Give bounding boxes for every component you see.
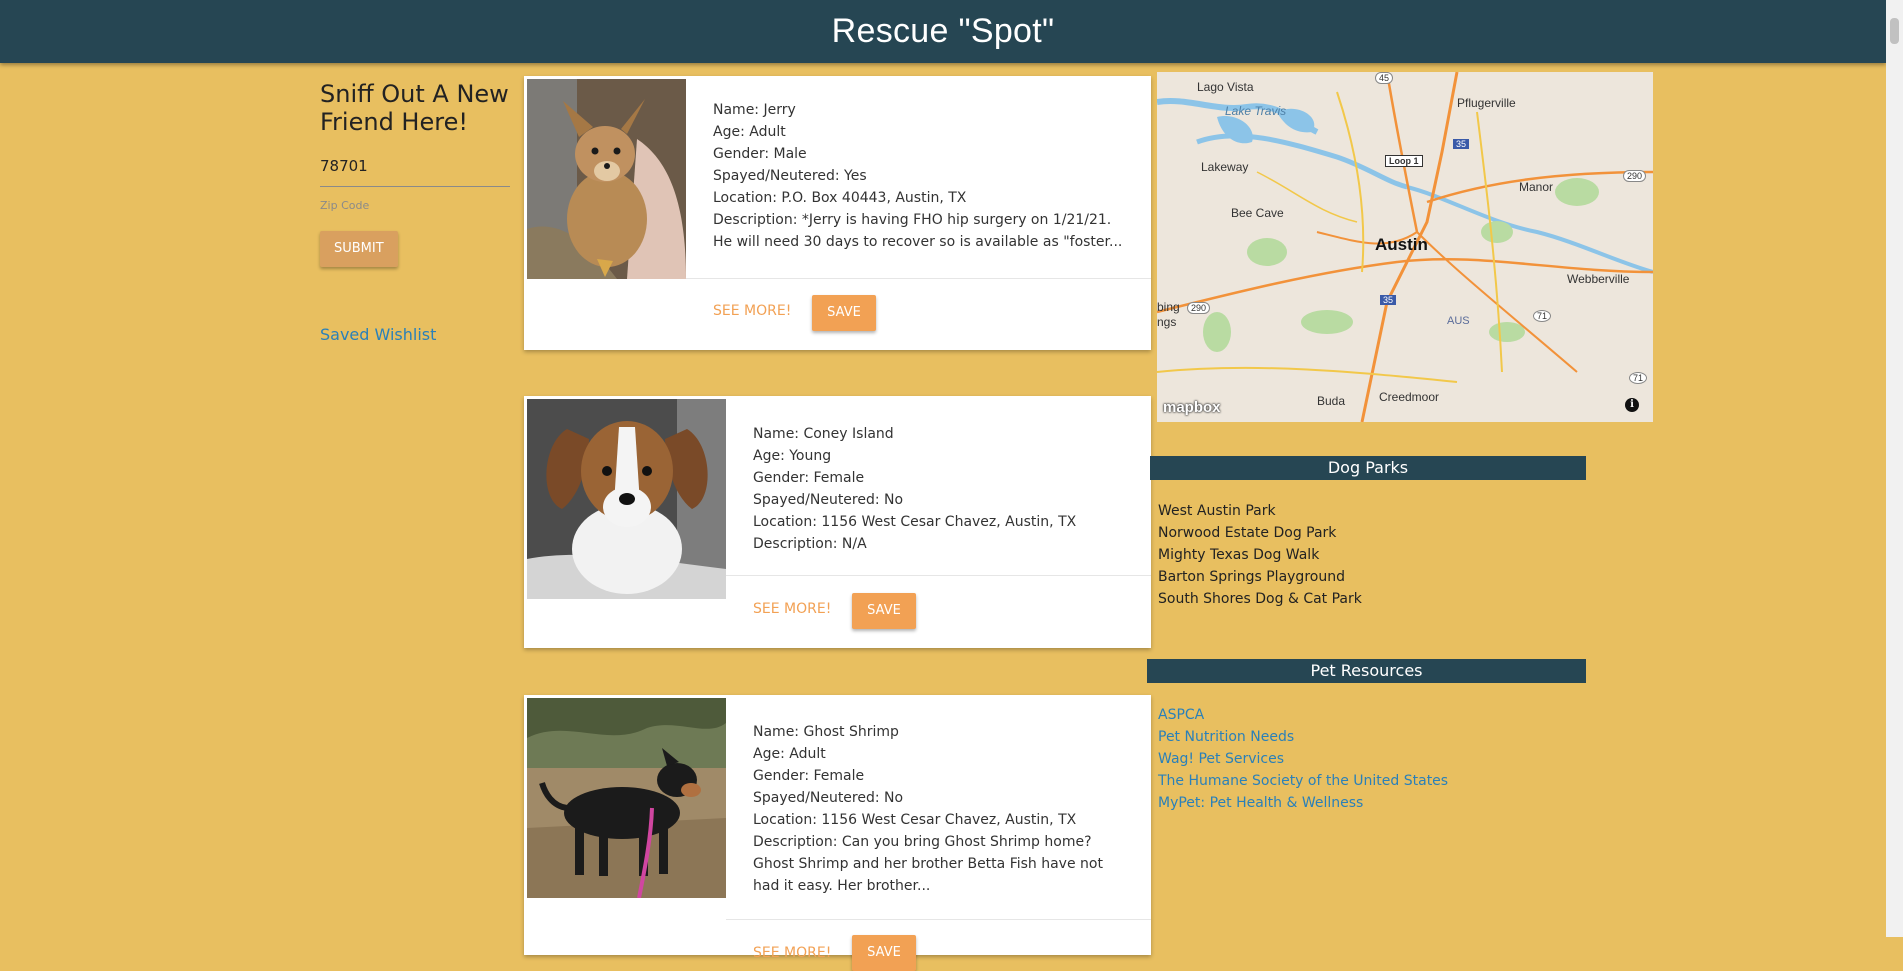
pet-details: Name: Jerry Age: Adult Gender: Male Spay… xyxy=(713,99,1123,253)
pet-gender: Gender: Female xyxy=(753,768,865,784)
map-info-icon[interactable]: i xyxy=(1625,398,1639,412)
highway-shield: 71 xyxy=(1629,372,1648,384)
highway-shield: 71 xyxy=(1533,310,1552,322)
pet-resources-list: ASPCA Pet Nutrition Needs Wag! Pet Servi… xyxy=(1158,704,1448,814)
map-label: Pflugerville xyxy=(1457,96,1516,110)
pet-location: Location: 1156 West Cesar Chavez, Austin… xyxy=(753,514,1077,530)
map-label: Lake Travis xyxy=(1225,104,1287,118)
top-header: Rescue "Spot" xyxy=(0,0,1886,63)
pet-location: Location: P.O. Box 40443, Austin, TX xyxy=(713,190,967,206)
saved-wishlist-link[interactable]: Saved Wishlist xyxy=(320,325,510,344)
see-more-link[interactable]: SEE MORE! xyxy=(753,945,831,961)
pet-spayed: Spayed/Neutered: Yes xyxy=(713,168,867,184)
map-label: Bee Cave xyxy=(1231,206,1284,220)
map-label: AUS xyxy=(1447,315,1470,327)
highway-shield: 45 xyxy=(1375,72,1394,84)
resource-link[interactable]: Pet Nutrition Needs xyxy=(1158,726,1448,748)
map-label: Lago Vista xyxy=(1197,80,1254,94)
pet-spayed: Spayed/Neutered: No xyxy=(753,492,904,508)
pet-description: Description: *Jerry is having FHO hip su… xyxy=(713,212,1123,250)
zip-code-input[interactable] xyxy=(320,157,510,187)
scrollbar-thumb[interactable] xyxy=(1890,18,1899,44)
map-city-label: Austin xyxy=(1375,235,1428,254)
pet-details: Name: Ghost Shrimp Age: Adult Gender: Fe… xyxy=(753,721,1133,897)
submit-button[interactable]: SUBMIT xyxy=(320,231,398,267)
pet-gender: Gender: Male xyxy=(713,146,807,162)
zip-code-label: Zip Code xyxy=(320,199,370,212)
pet-details: Name: Coney Island Age: Young Gender: Fe… xyxy=(753,423,1133,555)
dog-park-item: South Shores Dog & Cat Park xyxy=(1158,591,1362,607)
search-heading: Sniff Out A New Friend Here! xyxy=(320,80,509,136)
pet-spayed: Spayed/Neutered: No xyxy=(753,790,904,806)
resource-link[interactable]: MyPet: Pet Health & Wellness xyxy=(1158,792,1448,814)
pet-card: Name: Ghost Shrimp Age: Adult Gender: Fe… xyxy=(524,695,1151,971)
pet-gender: Gender: Female xyxy=(753,470,865,486)
pet-photo xyxy=(527,79,686,279)
highway-shield: Loop 1 xyxy=(1385,155,1423,167)
map-label: Webberville xyxy=(1567,272,1630,286)
dog-parks-list: West Austin Park Norwood Estate Dog Park… xyxy=(1158,500,1362,610)
pet-location: Location: 1156 West Cesar Chavez, Austin… xyxy=(753,812,1077,828)
highway-shield: 35 xyxy=(1453,139,1470,149)
pet-card: Name: Jerry Age: Adult Gender: Male Spay… xyxy=(524,76,1151,350)
card-divider xyxy=(726,919,1151,920)
pet-description: Description: N/A xyxy=(753,536,867,552)
dog-park-item: Barton Springs Playground xyxy=(1158,569,1345,585)
pet-description: Description: Can you bring Ghost Shrimp … xyxy=(753,834,1103,894)
map-label: bing xyxy=(1157,300,1180,314)
highway-shield: 35 xyxy=(1380,295,1397,305)
pet-age: Age: Young xyxy=(753,448,832,464)
dog-park-item: Norwood Estate Dog Park xyxy=(1158,525,1337,541)
pet-name: Name: Jerry xyxy=(713,102,796,118)
see-more-link[interactable]: SEE MORE! xyxy=(753,601,831,617)
see-more-link[interactable]: SEE MORE! xyxy=(713,303,791,319)
save-button[interactable]: SAVE xyxy=(812,295,876,331)
pet-card: Name: Coney Island Age: Young Gender: Fe… xyxy=(524,396,1151,648)
resource-link[interactable]: ASPCA xyxy=(1158,704,1448,726)
highway-shield: 290 xyxy=(1187,302,1211,314)
save-button[interactable]: SAVE xyxy=(852,593,916,629)
pet-resources-heading: Pet Resources xyxy=(1147,659,1586,683)
dog-parks-heading: Dog Parks xyxy=(1150,456,1586,480)
pet-age: Age: Adult xyxy=(713,124,786,140)
pet-name: Name: Coney Island xyxy=(753,426,894,442)
highway-shield: 290 xyxy=(1623,170,1647,182)
pet-name: Name: Ghost Shrimp xyxy=(753,724,899,740)
card-divider xyxy=(686,278,1151,279)
area-map[interactable]: Lago Vista Pflugerville Lake Travis Lake… xyxy=(1157,72,1653,422)
page-scrollbar[interactable] xyxy=(1886,0,1903,937)
resource-link[interactable]: The Humane Society of the United States xyxy=(1158,770,1448,792)
map-label: Buda xyxy=(1317,394,1346,408)
card-divider xyxy=(726,575,1151,576)
resource-link[interactable]: Wag! Pet Services xyxy=(1158,748,1448,770)
map-label: Manor xyxy=(1519,180,1554,194)
map-label: ngs xyxy=(1157,315,1177,329)
pet-photo xyxy=(527,399,726,599)
map-label: Creedmoor xyxy=(1379,390,1440,404)
mapbox-logo[interactable]: mapbox xyxy=(1163,399,1221,416)
site-title: Rescue "Spot" xyxy=(831,12,1055,50)
search-sidebar: Sniff Out A New Friend Here! Zip Code SU… xyxy=(320,80,510,344)
pet-age: Age: Adult xyxy=(753,746,826,762)
map-label: Lakeway xyxy=(1201,160,1249,174)
pet-photo xyxy=(527,698,726,898)
dog-park-item: West Austin Park xyxy=(1158,503,1276,519)
save-button[interactable]: SAVE xyxy=(852,935,916,971)
dog-park-item: Mighty Texas Dog Walk xyxy=(1158,547,1320,563)
